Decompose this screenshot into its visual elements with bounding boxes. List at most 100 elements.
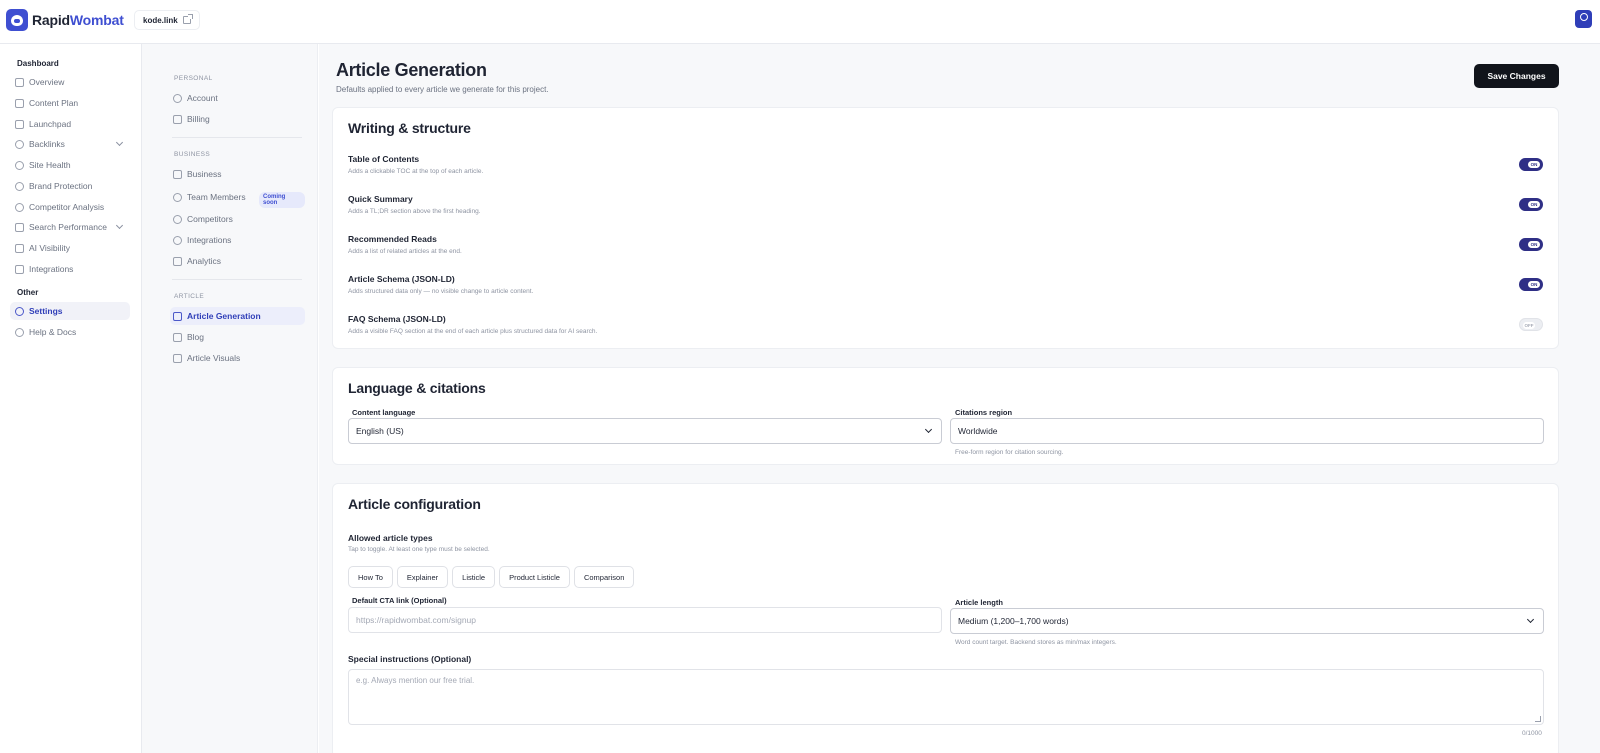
document-icon — [173, 332, 182, 342]
recommended-reads-toggle[interactable]: ON — [1519, 238, 1543, 251]
page-title: Article Generation — [336, 60, 487, 80]
sidebar-item-backlinks[interactable]: Backlinks — [10, 135, 130, 153]
sidebar-item-label: Brand Protection — [29, 181, 93, 191]
app-logo[interactable]: RapidWombat — [6, 9, 124, 31]
option-title-recommended-reads: Recommended Reads — [348, 234, 437, 244]
sidebar-item-label: Site Health — [29, 160, 71, 170]
chip-product-listicle[interactable]: Product Listicle — [499, 566, 570, 588]
article-configuration-card: Article configuration Allowed article ty… — [332, 483, 1559, 753]
resize-handle-icon[interactable] — [1535, 716, 1541, 722]
settings-item-integrations[interactable]: Integrations — [170, 231, 305, 249]
toggle-state: ON — [1528, 161, 1540, 168]
sidebar-item-label: AI Visibility — [29, 243, 70, 253]
quick-summary-toggle[interactable]: ON — [1519, 198, 1543, 211]
article-types-hint: Tap to toggle. At least one type must be… — [348, 546, 490, 553]
citations-hint: Free-form region for citation sourcing. — [955, 449, 1064, 456]
settings-item-competitors[interactable]: Competitors — [170, 210, 305, 228]
settings-item-analytics[interactable]: Analytics — [170, 252, 305, 270]
cta-link-label: Default CTA link (Optional) — [352, 596, 447, 605]
calendar-icon — [15, 98, 24, 108]
settings-item-label: Analytics — [187, 256, 222, 266]
article-schema-toggle[interactable]: ON — [1519, 278, 1543, 291]
sidebar-item-overview[interactable]: Overview — [10, 73, 130, 91]
option-desc-toc: Adds a clickable TOC at the top of each … — [348, 168, 484, 175]
sidebar-item-integrations[interactable]: Integrations — [10, 260, 130, 278]
settings-item-blog[interactable]: Blog — [170, 328, 305, 346]
chevron-down-icon — [924, 425, 933, 434]
option-desc-recommended-reads: Adds a list of related articles at the e… — [348, 248, 462, 255]
cta-link-placeholder: https://rapidwombat.com/signup — [356, 615, 477, 625]
card-title-writing: Writing & structure — [348, 120, 471, 136]
settings-item-account[interactable]: Account — [170, 89, 305, 107]
settings-item-label: Account — [187, 93, 218, 103]
sidebar-item-label: Content Plan — [29, 98, 79, 108]
save-button[interactable]: Save Changes — [1474, 64, 1559, 88]
article-length-label: Article length — [955, 598, 1003, 607]
settings-item-article-generation[interactable]: Article Generation — [170, 307, 305, 325]
sidebar-item-label: Backlinks — [29, 139, 65, 149]
special-instructions-textarea[interactable]: e.g. Always mention our free trial. — [348, 669, 1544, 725]
sidebar-item-content-plan[interactable]: Content Plan — [10, 94, 130, 112]
logo-text: RapidWombat — [32, 12, 124, 28]
faq-schema-toggle[interactable]: OFF — [1519, 318, 1543, 331]
settings-heading-article: ARTICLE — [174, 293, 205, 300]
divider — [172, 137, 302, 138]
settings-item-article-visuals[interactable]: Article Visuals — [170, 349, 305, 367]
divider — [172, 279, 302, 280]
sidebar-item-brand-protection[interactable]: Brand Protection — [10, 177, 130, 195]
credit-card-icon — [173, 114, 182, 124]
option-title-quick-summary: Quick Summary — [348, 194, 413, 204]
chevron-down-icon — [115, 138, 124, 147]
settings-item-label: Team Members — [187, 192, 246, 202]
content-language-select[interactable]: English (US) — [348, 418, 942, 444]
language-citations-card: Language & citations Content language En… — [332, 367, 1559, 465]
sidebar-item-ai-visibility[interactable]: AI Visibility — [10, 239, 130, 257]
sidebar-item-site-health[interactable]: Site Health — [10, 156, 130, 174]
settings-item-team-members[interactable]: Team Members Coming soon — [170, 188, 305, 208]
sidebar-heading-other: Other — [17, 288, 39, 297]
project-domain-chip[interactable]: kode.link — [134, 10, 200, 30]
settings-item-billing[interactable]: Billing — [170, 110, 305, 128]
gear-icon — [173, 235, 182, 245]
content-language-value: English (US) — [356, 426, 404, 436]
sidebar-item-search-performance[interactable]: Search Performance — [10, 218, 130, 236]
sparkle-icon — [15, 243, 24, 253]
toggle-state: ON — [1528, 201, 1540, 208]
help-icon — [15, 327, 24, 337]
chip-explainer[interactable]: Explainer — [396, 566, 449, 588]
option-title-toc: Table of Contents — [348, 154, 420, 164]
sidebar-item-competitor-analysis[interactable]: Competitor Analysis — [10, 198, 130, 216]
article-type-chips: How To Explainer Listicle Product Listic… — [348, 566, 635, 588]
link-icon — [15, 139, 24, 149]
sidebar-item-help-docs[interactable]: Help & Docs — [10, 323, 130, 341]
external-link-icon — [182, 14, 193, 24]
home-icon — [15, 77, 24, 87]
citations-region-input[interactable]: Worldwide — [950, 418, 1544, 444]
settings-heading-business: BUSINESS — [174, 151, 211, 158]
chevron-down-icon — [1526, 615, 1535, 624]
article-length-select[interactable]: Medium (1,200–1,700 words) — [950, 608, 1544, 634]
special-instructions-placeholder: e.g. Always mention our free trial. — [356, 676, 475, 685]
avatar[interactable] — [1575, 10, 1592, 28]
settings-item-label: Competitors — [187, 214, 233, 224]
chip-listicle[interactable]: Listicle — [452, 566, 496, 588]
main-sidebar: Dashboard Overview Content Plan Launchpa… — [0, 44, 142, 753]
toggle-state: ON — [1528, 281, 1540, 288]
option-desc-faq-schema: Adds a visible FAQ section at the end of… — [348, 328, 598, 335]
sidebar-item-settings[interactable]: Settings — [10, 302, 130, 320]
settings-item-business[interactable]: Business — [170, 165, 305, 183]
sidebar-item-label: Competitor Analysis — [29, 202, 105, 212]
toc-toggle[interactable]: ON — [1519, 158, 1543, 171]
page-subtitle: Defaults applied to every article we gen… — [336, 85, 549, 94]
sidebar-item-launchpad[interactable]: Launchpad — [10, 115, 130, 133]
chip-how-to[interactable]: How To — [348, 566, 393, 588]
cta-link-input[interactable]: https://rapidwombat.com/signup — [348, 607, 942, 633]
settings-nav: PERSONAL Account Billing BUSINESS Busine… — [142, 44, 318, 753]
settings-item-label: Integrations — [187, 235, 232, 245]
settings-item-label: Article Generation — [187, 311, 261, 321]
chip-comparison[interactable]: Comparison — [573, 566, 635, 588]
option-title-article-schema: Article Schema (JSON-LD) — [348, 274, 455, 284]
project-domain: kode.link — [143, 15, 178, 25]
toggle-state: ON — [1528, 241, 1540, 248]
chevron-down-icon — [115, 221, 124, 230]
